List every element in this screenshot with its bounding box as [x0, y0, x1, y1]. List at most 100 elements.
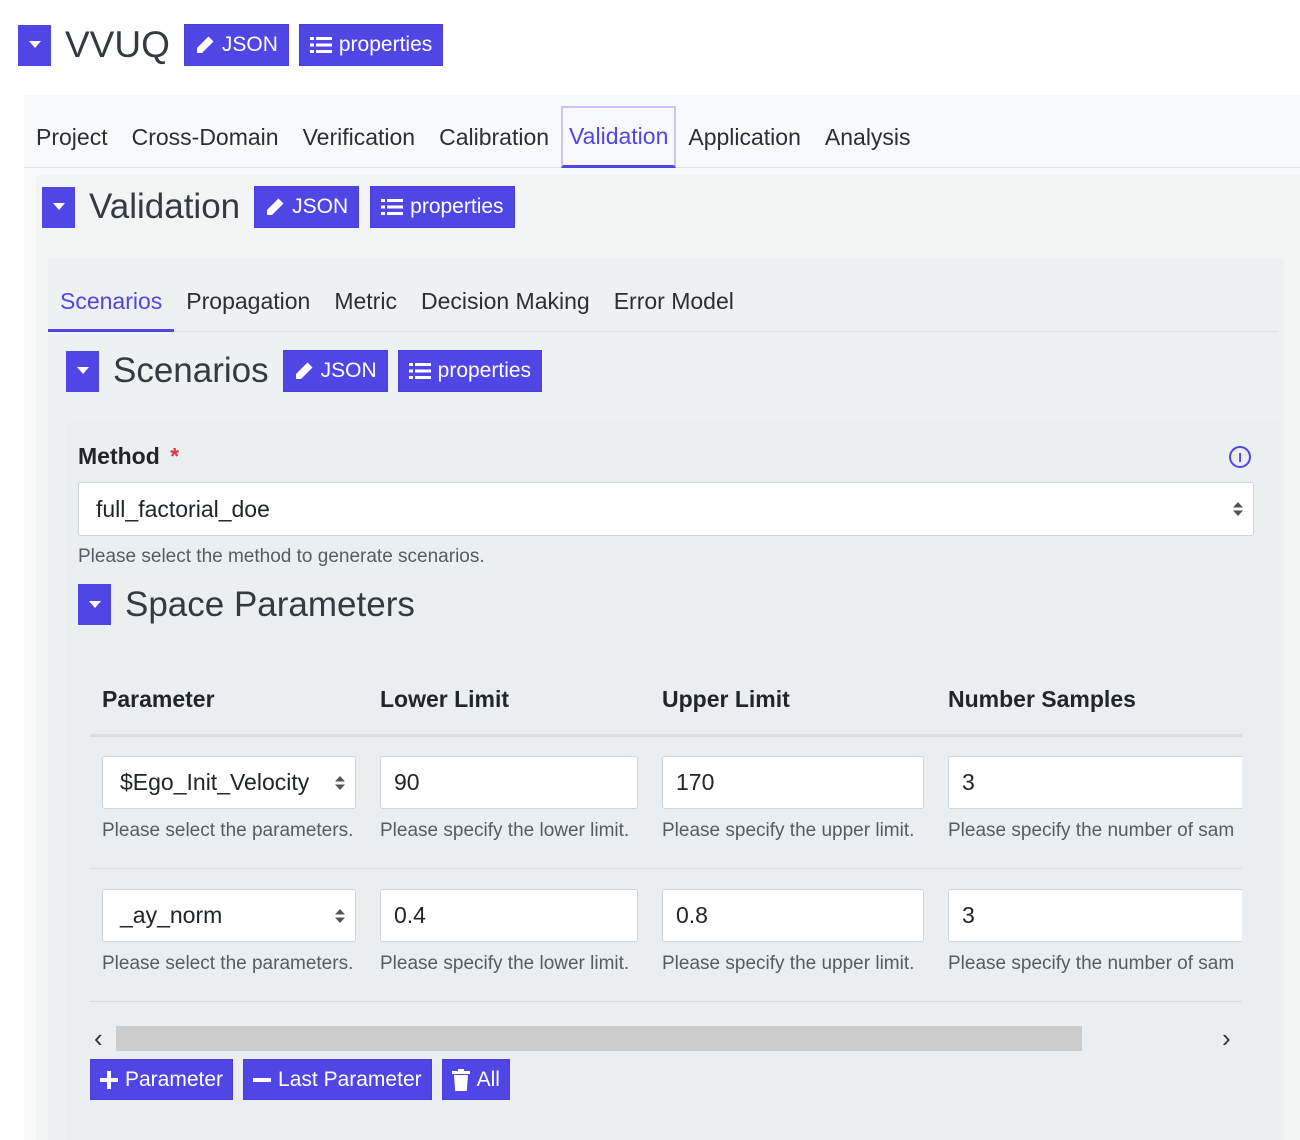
clear-all-button[interactable]: All: [441, 1059, 510, 1100]
vvuq-collapse-button[interactable]: [18, 24, 51, 66]
lower-limit-input[interactable]: 0.4: [380, 889, 638, 942]
vvuq-header: VVUQ JSON properties: [18, 24, 444, 66]
method-label-row: Method *: [78, 443, 179, 470]
number-samples-value: 3: [962, 769, 975, 795]
space-parameters-header: Space Parameters: [78, 584, 429, 625]
method-help: Please select the method to generate sce…: [78, 546, 485, 567]
upper-limit-input[interactable]: 170: [662, 756, 924, 809]
list-icon: [408, 363, 431, 379]
column-header-number-samples: Number Samples: [948, 686, 1136, 712]
tab-label: Metric: [334, 288, 397, 314]
method-select-value: full_factorial_doe: [96, 495, 270, 522]
scenarios-title: Scenarios: [113, 351, 269, 390]
validation-collapse-button[interactable]: [42, 186, 75, 228]
validation-sub-tabs: Scenarios Propagation Metric Decision Ma…: [48, 272, 1278, 332]
info-icon[interactable]: I: [1229, 446, 1251, 468]
vvuq-properties-button[interactable]: properties: [298, 24, 444, 66]
clear-all-label: All: [476, 1067, 500, 1091]
scroll-left-arrow[interactable]: ‹: [94, 1025, 103, 1051]
tab-propagation[interactable]: Propagation: [174, 272, 322, 331]
select-arrows-icon: [335, 775, 345, 790]
upper-limit-help: Please specify the upper limit.: [662, 820, 915, 841]
horizontal-scrollbar[interactable]: ‹ ›: [90, 1024, 1252, 1052]
scenarios-properties-label: properties: [437, 359, 532, 382]
number-samples-input[interactable]: 3: [948, 889, 1242, 942]
scenarios-header: Scenarios JSON properties: [66, 350, 543, 392]
list-icon: [381, 199, 404, 215]
tab-verification[interactable]: Verification: [291, 107, 428, 167]
select-arrows-icon: [335, 908, 345, 923]
vvuq-json-button[interactable]: JSON: [183, 24, 289, 66]
list-icon: [309, 37, 332, 53]
tab-analysis[interactable]: Analysis: [813, 107, 923, 167]
pencil-icon: [295, 362, 313, 379]
lower-limit-input[interactable]: 90: [380, 756, 638, 809]
page-title: VVUQ: [65, 24, 170, 65]
tab-label: Project: [36, 123, 108, 150]
tab-label: Error Model: [613, 288, 734, 314]
table-actions: Parameter Last Parameter All: [90, 1059, 510, 1100]
number-samples-value: 3: [962, 902, 975, 928]
tab-label: Analysis: [824, 123, 911, 150]
tab-scenarios[interactable]: Scenarios: [48, 273, 175, 332]
method-select[interactable]: full_factorial_doe: [78, 482, 1254, 536]
caret-down-icon: [28, 41, 41, 48]
parameter-help: Please select the parameters.: [102, 820, 354, 841]
tab-label: Scenarios: [60, 287, 163, 314]
main-tabs: Project Cross-Domain Verification Calibr…: [24, 105, 1300, 168]
table-header-divider: [90, 734, 1242, 737]
number-samples-help: Please specify the number of sam: [948, 820, 1235, 841]
tab-calibration[interactable]: Calibration: [427, 107, 561, 167]
scenarios-collapse-button[interactable]: [66, 350, 99, 392]
caret-down-icon: [52, 203, 65, 210]
tab-decision-making[interactable]: Decision Making: [409, 272, 602, 331]
tab-application[interactable]: Application: [676, 107, 813, 167]
parameter-select-value: $Ego_Init_Velocity: [120, 769, 310, 795]
lower-limit-help: Please specify the lower limit.: [380, 820, 630, 841]
add-parameter-button[interactable]: Parameter: [90, 1059, 234, 1100]
parameter-select[interactable]: $Ego_Init_Velocity: [102, 756, 356, 809]
tab-label: Propagation: [186, 288, 311, 314]
method-label: Method: [78, 443, 160, 469]
number-samples-help: Please specify the number of sam: [948, 953, 1235, 974]
scrollbar-thumb[interactable]: [116, 1026, 1082, 1051]
vvuq-json-label: JSON: [221, 33, 278, 56]
remove-last-parameter-button[interactable]: Last Parameter: [243, 1059, 432, 1100]
add-parameter-label: Parameter: [125, 1067, 224, 1091]
plus-icon: [100, 1070, 118, 1089]
scenarios-json-button[interactable]: JSON: [282, 350, 388, 392]
number-samples-input[interactable]: 3: [948, 756, 1242, 809]
upper-limit-input[interactable]: 0.8: [662, 889, 924, 942]
tab-label: Cross-Domain: [131, 123, 279, 150]
scroll-right-arrow[interactable]: ›: [1222, 1025, 1231, 1051]
upper-limit-help: Please specify the upper limit.: [662, 953, 915, 974]
tab-cross-domain[interactable]: Cross-Domain: [120, 107, 291, 167]
lower-limit-value: 0.4: [394, 902, 426, 928]
validation-properties-button[interactable]: properties: [370, 186, 515, 228]
trash-icon: [451, 1068, 470, 1091]
tab-metric[interactable]: Metric: [322, 272, 409, 331]
validation-title: Validation: [89, 187, 241, 226]
column-header-parameter: Parameter: [102, 686, 215, 712]
tab-error-model[interactable]: Error Model: [602, 272, 746, 331]
scenarios-json-label: JSON: [320, 359, 377, 382]
remove-last-parameter-label: Last Parameter: [278, 1067, 422, 1091]
row-divider: [90, 1001, 1242, 1002]
minus-icon: [253, 1077, 272, 1082]
pencil-icon: [267, 198, 284, 215]
parameter-select[interactable]: _ay_norm: [102, 889, 356, 942]
upper-limit-value: 0.8: [676, 902, 708, 928]
caret-down-icon: [88, 600, 101, 608]
tab-label: Verification: [302, 123, 416, 150]
scenarios-properties-button[interactable]: properties: [397, 350, 543, 392]
validation-json-button[interactable]: JSON: [254, 186, 360, 228]
space-parameters-collapse-button[interactable]: [78, 584, 111, 625]
tab-validation[interactable]: Validation: [561, 106, 677, 168]
validation-json-label: JSON: [292, 195, 349, 218]
vvuq-properties-label: properties: [338, 33, 433, 56]
tab-label: Calibration: [439, 123, 550, 150]
caret-down-icon: [76, 367, 89, 374]
column-header-upper-limit: Upper Limit: [662, 686, 790, 712]
pencil-icon: [196, 36, 214, 53]
tab-project[interactable]: Project: [24, 107, 120, 167]
